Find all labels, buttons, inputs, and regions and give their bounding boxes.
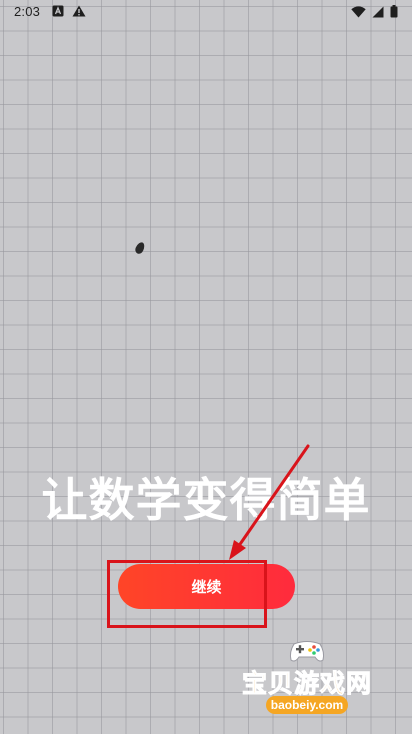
wifi-icon <box>351 5 366 22</box>
continue-button[interactable]: 继续 <box>118 564 295 609</box>
annotation-arrow <box>229 444 310 560</box>
signal-icon <box>372 6 384 22</box>
ink-dot <box>133 240 147 256</box>
watermark-title: 宝贝游戏网 <box>241 669 372 699</box>
watermark: 宝贝游戏网 baobeiy.com <box>232 636 382 728</box>
battery-icon <box>390 5 398 22</box>
status-left-icons <box>52 5 86 21</box>
status-time: 2:03 <box>14 4 41 19</box>
notification-a-icon <box>52 5 64 21</box>
status-bar: 2:03 <box>0 0 412 24</box>
onboarding-headline: 让数学变得简单 <box>41 473 371 527</box>
status-right-icons <box>351 5 398 22</box>
warning-icon <box>72 5 86 21</box>
watermark-url: baobeiy.com <box>266 696 348 714</box>
